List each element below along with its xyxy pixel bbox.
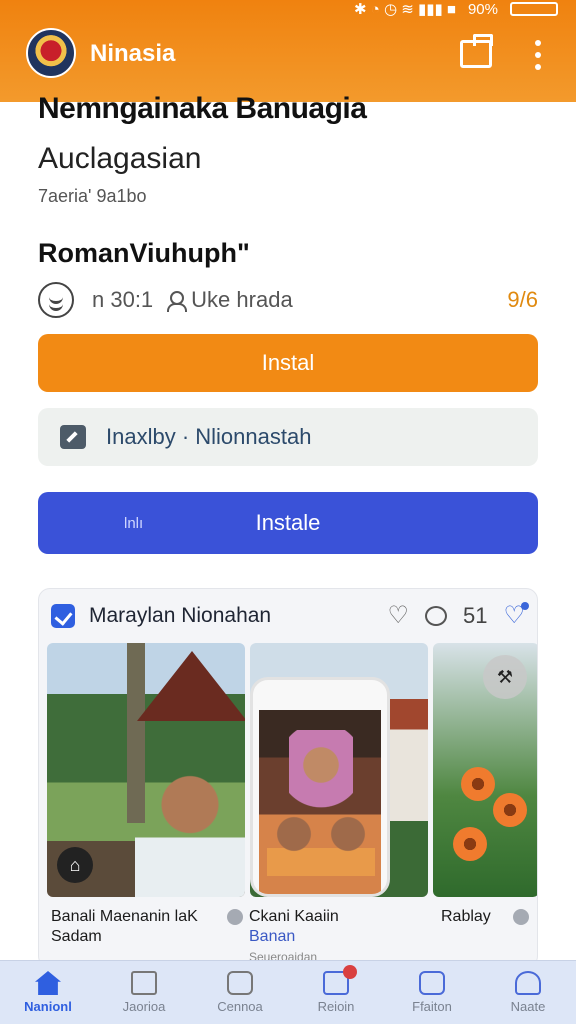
nav-label: Nanionl [24,999,72,1014]
user-icon [515,971,541,995]
flower [461,767,495,801]
section-title: RomanViuhuph" [38,238,250,268]
nav-label: Ffaiton [412,999,452,1014]
caption-3[interactable]: Rablay [441,907,531,927]
favorite-icon[interactable]: ♡ [503,602,529,628]
roof [137,651,245,721]
info-user: Uke hrada [191,287,293,312]
edit-icon [60,425,86,449]
nav-label: Naate [510,999,546,1014]
install-alt-small-label: lnlı [124,514,144,532]
card-actions: ♡ 51 ♡ [387,602,529,629]
secondary-button-label: Inaxlby · Nlionnastah [106,424,312,449]
checkbox-icon[interactable] [51,604,75,628]
card-title: Maraylan Nionahan [89,604,272,627]
heart-icon[interactable]: ♡ [387,604,409,628]
photo-house-boy[interactable]: ⌂ [47,643,245,897]
info-rating: 9/6 [507,287,538,312]
nav-item-library[interactable]: Jaorioa [96,961,192,1024]
install-alt-button-label: Instale [255,510,321,535]
page-meta: 7aeria' 9a1bo [38,186,147,206]
install-button[interactable]: Instal [38,334,538,392]
card-header: Maraylan Nionahan ♡ 51 ♡ [39,589,537,643]
phone-mockup [250,677,390,897]
app-logo [26,28,76,78]
install-alt-button[interactable]: lnlı Instale [38,492,538,554]
caption-1-line1: Banali Maenanin laK [51,908,198,925]
home-icon[interactable]: ⌂ [57,847,93,883]
caption-1-line2: Sadam [51,928,102,945]
caption-2[interactable]: Ckani Kaaiin Banan Seueroaidan [249,907,419,967]
flower [453,827,487,861]
info-row: n 30:1 Uke hrada 9/6 [38,282,538,318]
share-icon[interactable] [460,34,493,68]
user-icon [167,291,188,312]
star-icon [323,965,357,995]
verified-icon [227,909,243,925]
page-subtitle: Auclagasian [38,142,202,175]
smile-icon[interactable] [38,282,74,318]
status-bar: ✱ ◔ ◷ ≋ ▮▮▮ ■ 90% [354,0,558,18]
app-title: Ninasia [90,40,176,67]
hexagon-icon [227,971,253,995]
tools-icon[interactable]: ⚒ [483,655,527,699]
nav-item-review[interactable]: Reioin [288,961,384,1024]
nav-item-home[interactable]: Nanionl [0,961,96,1024]
install-button-label: Instal [261,350,315,375]
caption-1[interactable]: Banali Maenanin laK Sadam [51,907,243,947]
nav-label: Reioin [317,999,355,1014]
photo-phone-family[interactable] [250,643,428,897]
nav-label: Jaorioa [122,999,166,1014]
verified-icon [513,909,529,925]
battery-icon [510,2,558,16]
photo-carousel[interactable]: ⌂ ⚒ [47,643,537,897]
captions: Banali Maenanin laK Sadam Ckani Kaaiin B… [39,901,537,967]
caption-2-line2: Banan [249,928,296,945]
info-count: n 30:1 [92,287,154,312]
nav-label: Cennoa [217,999,263,1014]
comment-icon[interactable] [425,606,447,626]
caption-2-line1: Ckani Kaaiin [249,908,339,925]
secondary-button[interactable]: Inaxlby · Nlionnastah [38,408,538,466]
phone-screen [259,710,381,894]
home-icon [35,971,61,995]
gallery-card: Maraylan Nionahan ♡ 51 ♡ ⌂ ⚒ Banali Maen… [38,588,538,968]
status-icons: ✱ ◔ ◷ ≋ ▮▮▮ ■ [354,1,456,18]
nav-item-profile[interactable]: Naate [480,961,576,1024]
page-title: Nemngainaka Banuagia [38,92,367,125]
bottom-nav: Nanionl Jaorioa Cennoa Reioin Ffaiton Na… [0,960,576,1024]
boy-figure [135,765,245,897]
more-options-icon[interactable] [530,40,546,70]
nav-item-faces[interactable]: Ffaiton [384,961,480,1024]
nav-item-center[interactable]: Cennoa [192,961,288,1024]
app-bar: ✱ ◔ ◷ ≋ ▮▮▮ ■ 90% Ninasia [0,0,576,102]
face-icon [419,971,445,995]
children-figures [267,806,375,876]
card-count: 51 [463,603,488,628]
photo-flowers[interactable]: ⚒ [433,643,537,897]
battery-text: 90% [467,0,498,18]
book-icon [131,971,157,995]
flower [493,793,527,827]
